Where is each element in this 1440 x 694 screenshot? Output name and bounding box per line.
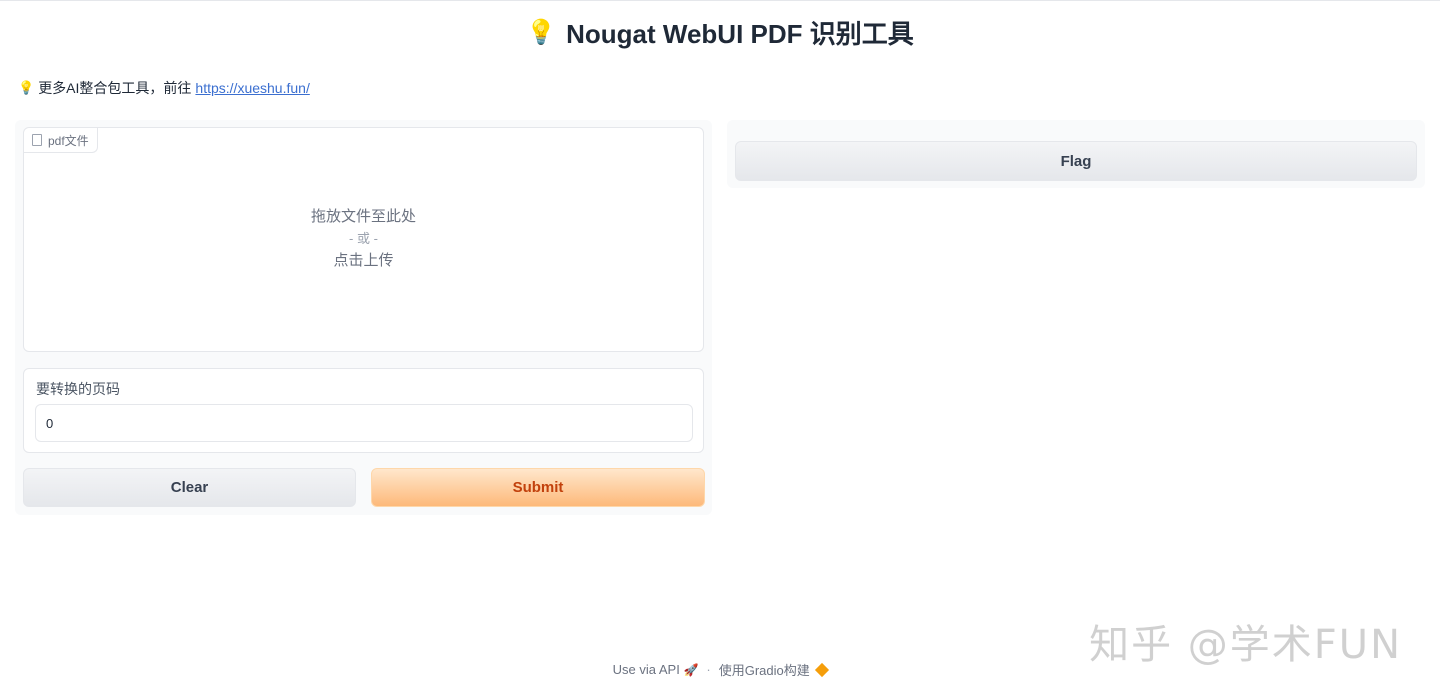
use-via-api-link[interactable]: Use via API 🚀 <box>613 662 699 677</box>
notice-link[interactable]: https://xueshu.fun/ <box>195 80 309 96</box>
upload-label: pdf文件 <box>24 128 98 153</box>
built-with-gradio-link[interactable]: 使用Gradio构建 <box>718 660 830 679</box>
rocket-icon: 🚀 <box>683 663 699 677</box>
watermark: 知乎 @学术FUN <box>1089 622 1402 668</box>
notice: 💡 更多AI整合包工具，前往 https://xueshu.fun/ <box>18 78 310 98</box>
lightbulb-icon: 💡 <box>526 19 557 46</box>
page-number-label: 要转换的页码 <box>36 381 120 397</box>
drop-text: 拖放文件至此处 <box>310 208 416 225</box>
upload-instructions: 拖放文件至此处 - 或 - 点击上传 <box>24 206 703 272</box>
built-with-text: 使用Gradio构建 <box>718 663 810 678</box>
use-via-api-text: Use via API <box>612 662 680 677</box>
output-panel: Flag <box>727 120 1425 188</box>
file-upload-dropzone[interactable]: pdf文件 拖放文件至此处 - 或 - 点击上传 <box>23 127 704 352</box>
page-number-block: 要转换的页码 <box>23 368 704 453</box>
file-icon <box>32 134 42 146</box>
footer-separator: · <box>706 662 711 677</box>
page-number-input[interactable] <box>35 404 693 442</box>
submit-button[interactable]: Submit <box>371 468 705 507</box>
flag-button[interactable]: Flag <box>735 141 1417 181</box>
or-text: - 或 - <box>349 231 378 246</box>
lightbulb-icon: 💡 <box>18 80 35 95</box>
click-upload-text: 点击上传 <box>333 252 394 269</box>
notice-text: 更多AI整合包工具，前往 <box>38 80 192 96</box>
page-title: 💡 Nougat WebUI PDF 识别工具 <box>0 14 1440 51</box>
top-divider <box>0 0 1440 1</box>
clear-button[interactable]: Clear <box>23 468 356 507</box>
gradio-logo-icon <box>815 662 830 678</box>
input-panel: pdf文件 拖放文件至此处 - 或 - 点击上传 要转换的页码 Clear Su… <box>15 120 712 515</box>
page-title-text: Nougat WebUI PDF 识别工具 <box>566 19 914 49</box>
upload-label-text: pdf文件 <box>48 133 89 148</box>
